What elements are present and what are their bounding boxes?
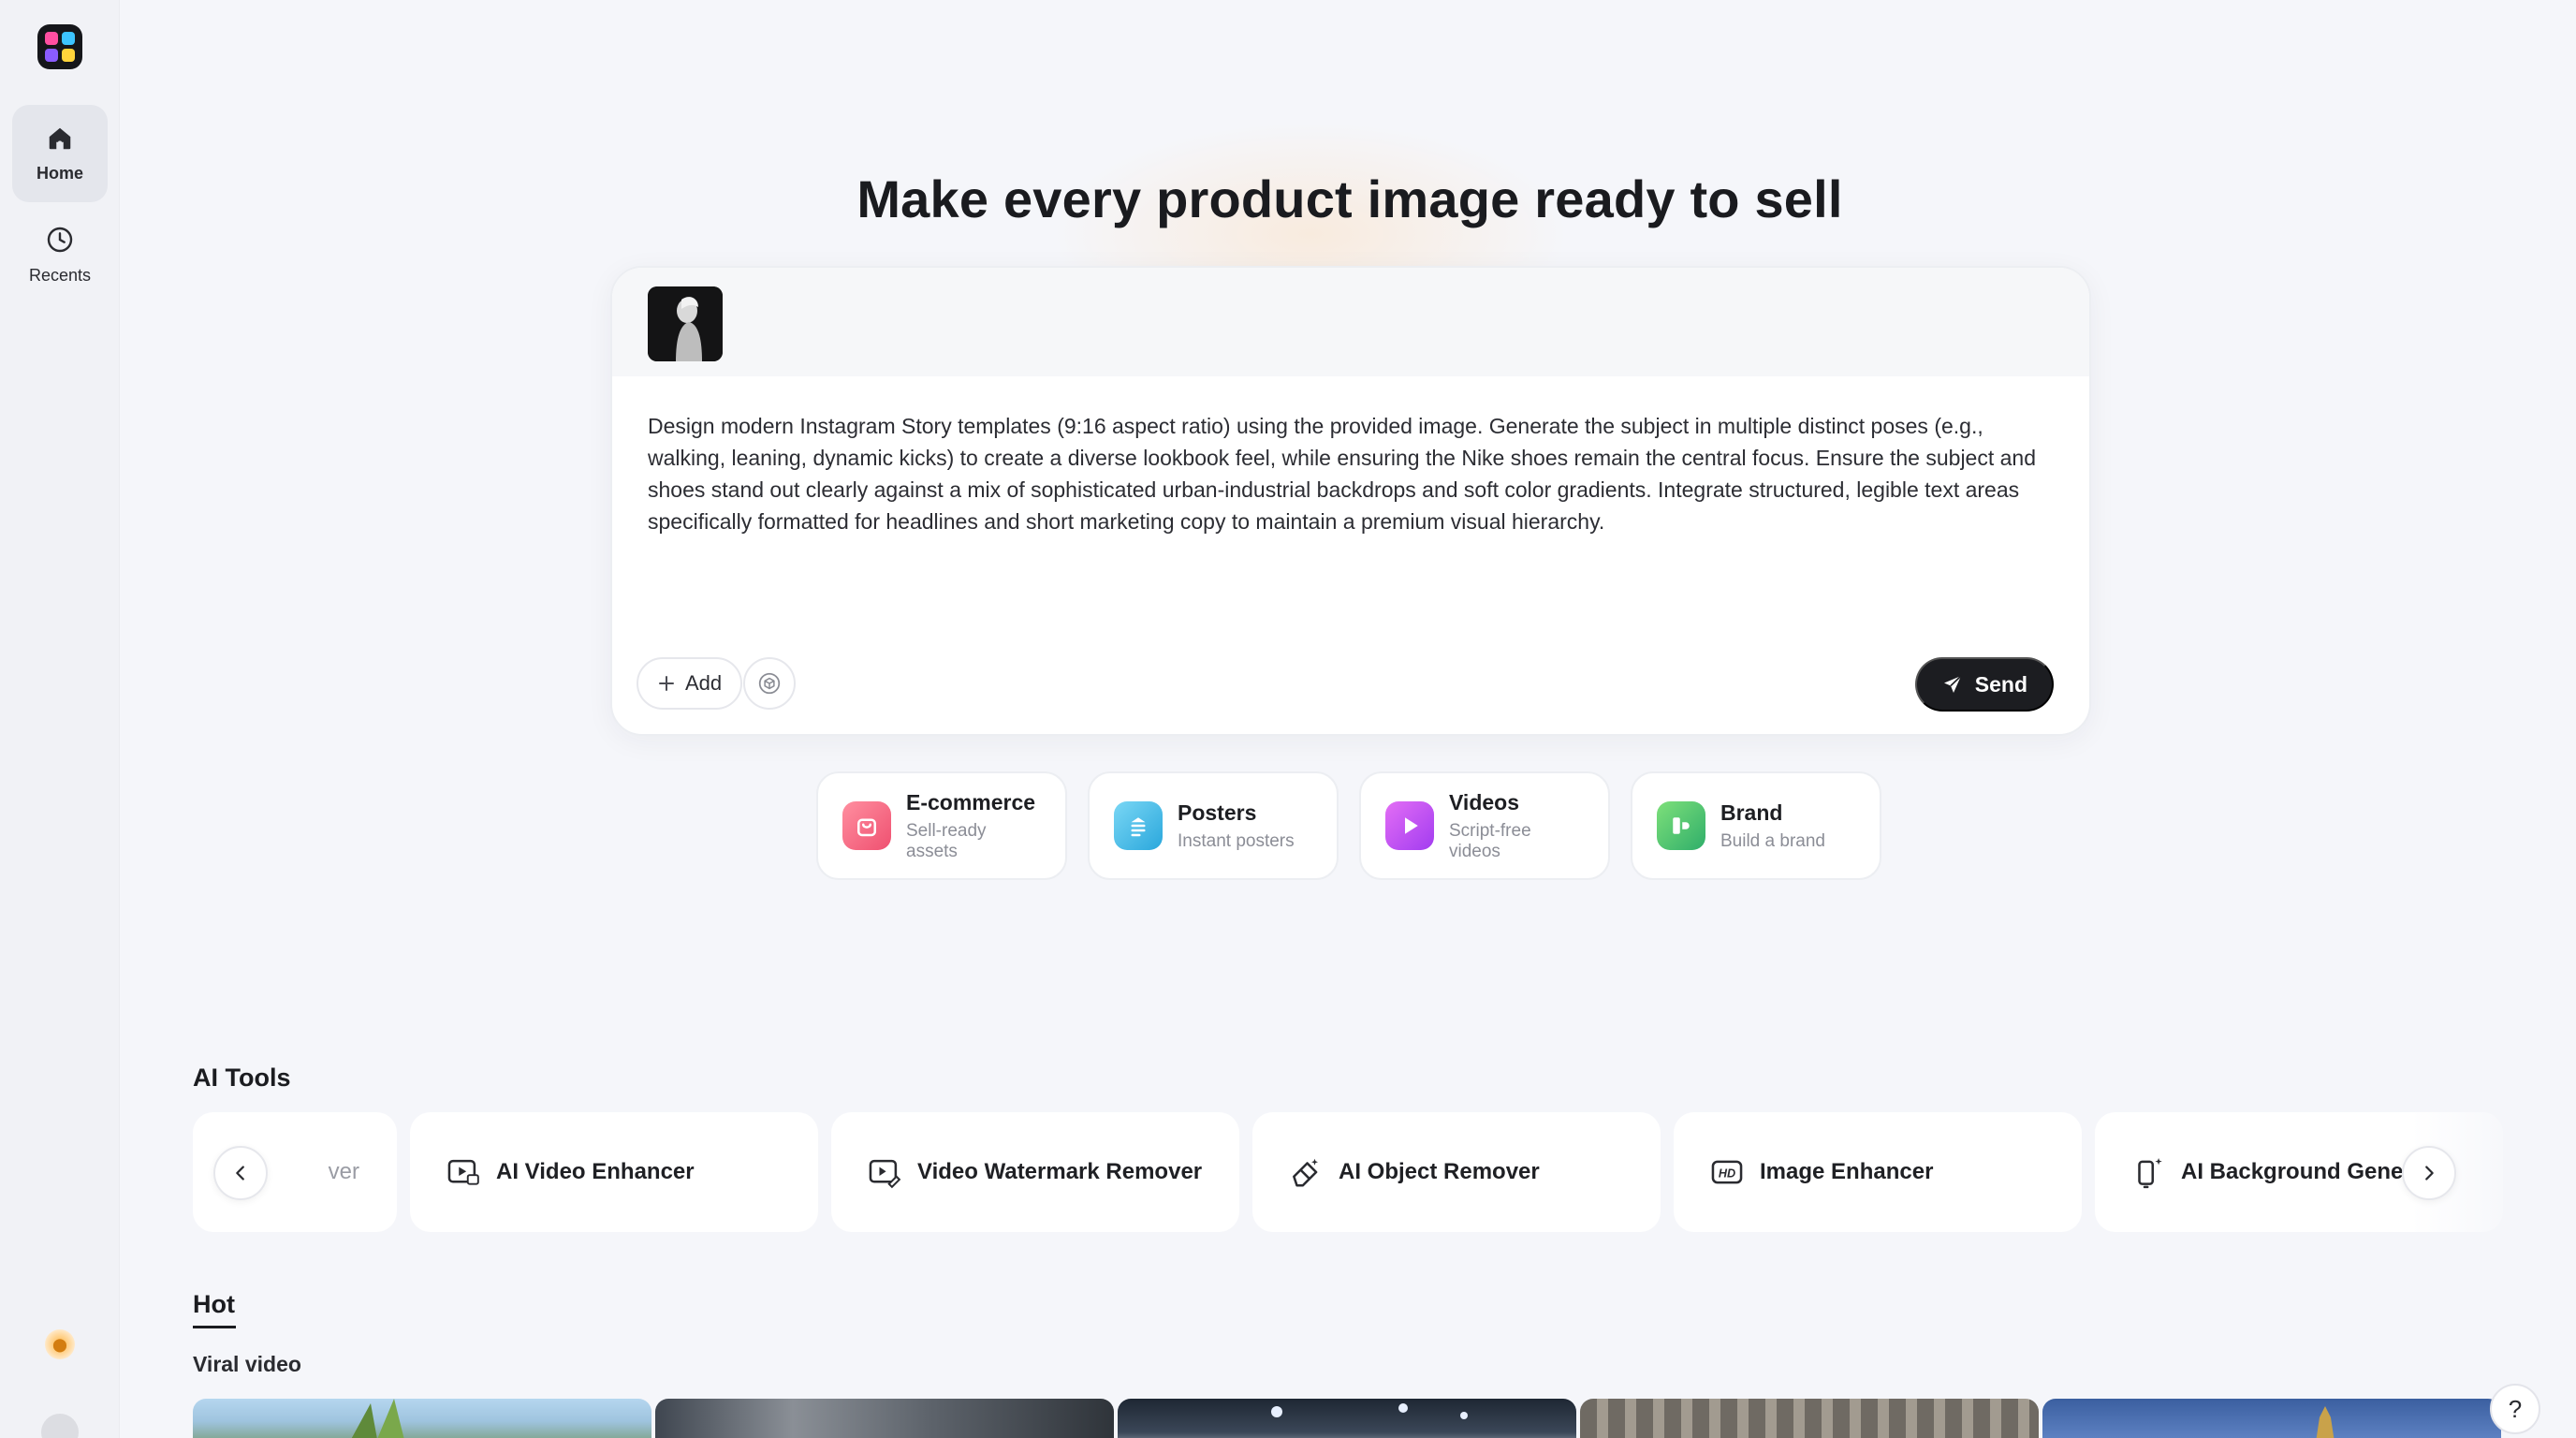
add-button-label: Add [685,671,723,695]
paper-plane-icon [1943,675,1962,693]
attached-image-thumbnail[interactable] [648,286,723,361]
category-videos[interactable]: Videos Script-free videos [1359,771,1610,880]
chevron-left-icon [236,1166,244,1181]
viral-video-row [193,1399,2501,1438]
portrait-image-icon [648,286,723,361]
category-ecommerce[interactable]: E-commerce Sell-ready assets [816,771,1067,880]
sidebar: Home Recents ⬤ [0,0,120,1438]
svg-text:HD: HD [1719,1167,1735,1181]
sidebar-item-label: Home [36,163,83,183]
category-brand[interactable]: Brand Build a brand [1631,771,1881,880]
play-icon [1385,801,1434,850]
active-tab-indicator [193,1326,236,1328]
tool-video-watermark-remover[interactable]: Video Watermark Remover [831,1112,1239,1232]
avatar[interactable] [41,1414,79,1438]
viral-video-heading: Viral video [193,1352,301,1376]
plus-icon [659,676,674,691]
video-thumbnail[interactable] [193,1399,651,1438]
category-subtitle: Build a brand [1720,830,1825,851]
attachment-strip [612,268,2089,376]
tool-image-enhancer[interactable]: HD Image Enhancer [1674,1112,2082,1232]
tool-label: Video Watermark Remover [917,1159,1203,1184]
eraser-icon [1293,1158,1318,1187]
category-posters[interactable]: Posters Instant posters [1088,771,1339,880]
brand-icon [1657,801,1705,850]
phone-sparkle-icon [2138,1157,2162,1189]
category-title: Posters [1178,800,1257,825]
add-attachment-button[interactable]: Add [637,657,743,710]
category-shortcuts: E-commerce Sell-ready assets Posters Ins… [816,771,1881,880]
credits-coin-icon[interactable]: ⬤ [45,1329,75,1359]
category-title: E-commerce [906,789,1036,814]
tool-label: Image Enhancer [1760,1159,1934,1184]
carousel-next-button[interactable] [2402,1146,2456,1200]
video-thumbnail[interactable] [1580,1399,2039,1438]
category-title: Brand [1720,800,1783,825]
model-selector-button[interactable] [743,657,796,710]
app-logo-icon[interactable] [37,24,82,69]
video-thumbnail[interactable] [2042,1399,2501,1438]
category-subtitle: Instant posters [1178,830,1295,851]
sidebar-item-label: Recents [28,265,92,285]
sidebar-item-recents[interactable]: Recents [12,206,108,303]
prompt-input[interactable]: Design modern Instagram Story templates … [648,410,2061,537]
hd-icon: HD [1711,1160,1743,1184]
ai-tools-carousel: ver AI Video Enhancer Video Watermark Re… [193,1112,2524,1234]
tool-ai-video-enhancer[interactable]: AI Video Enhancer [410,1112,818,1232]
cube-icon [758,672,781,695]
chevron-right-icon [2425,1166,2434,1181]
ai-tools-heading: AI Tools [193,1064,291,1092]
tool-ai-object-remover[interactable]: AI Object Remover [1252,1112,1661,1232]
tool-label: AI Video Enhancer [496,1159,695,1184]
poster-icon [1114,801,1163,850]
category-title: Videos [1449,789,1519,814]
tool-label: AI Object Remover [1339,1159,1540,1184]
shopping-bag-icon [842,801,891,850]
category-subtitle: Script-free videos [1449,820,1531,861]
prompt-composer: Design modern Instagram Story templates … [610,266,2091,736]
tool-label: ver [328,1159,359,1184]
video-eraser-icon [869,1159,901,1189]
send-button-label: Send [1974,671,2027,697]
category-subtitle: Sell-ready assets [906,820,987,861]
sidebar-item-home[interactable]: Home [12,105,108,202]
tab-hot[interactable]: Hot [193,1290,235,1319]
video-thumbnail[interactable] [655,1399,1114,1438]
video-thumbnail[interactable] [1118,1399,1576,1438]
send-button[interactable]: Send [1914,657,2054,712]
home-icon [49,127,71,149]
clock-icon [47,227,73,252]
carousel-prev-button[interactable] [213,1146,268,1200]
tool-label: AI Background Gener [2181,1159,2412,1184]
video-hd-icon [447,1159,479,1185]
help-button[interactable]: ? [2490,1384,2540,1434]
page-title: Make every product image ready to sell [856,169,1843,228]
